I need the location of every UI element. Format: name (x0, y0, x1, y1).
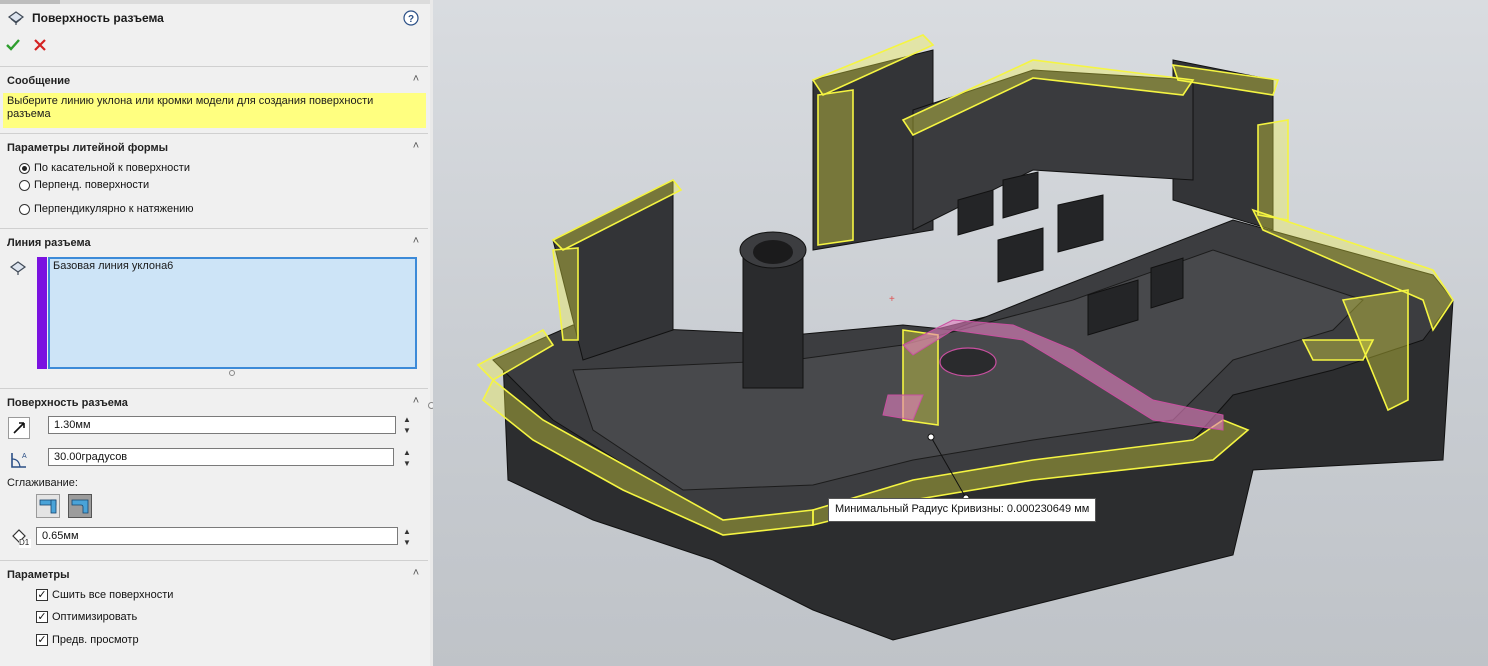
checkmark-icon (6, 39, 20, 51)
boss-hole (753, 240, 793, 264)
property-manager-panel: Поверхность разъема ? Сообщение ˄ Выбери… (0, 0, 431, 666)
checkbox-optimize-label[interactable]: Оптимизировать (52, 611, 137, 623)
chevron-up-icon[interactable]: ˄ (408, 73, 424, 89)
origin-marker: + (889, 294, 895, 305)
smoothing-input[interactable]: 0.65мм (36, 527, 398, 545)
inner-block (1002, 171, 1039, 219)
options-section-header[interactable]: Параметры ˄ (0, 565, 430, 587)
close-icon (34, 39, 46, 51)
boss-hole-pink (939, 347, 997, 377)
mold-params-heading: Параметры литейной формы (7, 142, 169, 154)
selection-color-bar (37, 257, 47, 369)
inner-block (997, 227, 1044, 283)
options-heading: Параметры (7, 569, 70, 581)
back-rim (912, 69, 1194, 231)
divider (0, 388, 428, 389)
radio-normal[interactable] (19, 180, 30, 191)
page-title: Поверхность разъема (32, 11, 164, 25)
radio-normal-label[interactable]: Перпенд. поверхности (34, 179, 149, 191)
message-heading: Сообщение (7, 75, 71, 87)
distance-icon[interactable] (8, 417, 30, 439)
parting-line-section-header[interactable]: Линия разъема ˄ (0, 233, 430, 255)
tooltip-anchor (927, 433, 935, 441)
smoothing-smooth-button[interactable] (68, 494, 92, 518)
chevron-up-icon[interactable]: ˄ (408, 567, 424, 583)
smoothing-label: Сглаживание: (7, 477, 78, 489)
parting-line-icon (9, 259, 27, 277)
curvature-tooltip: Минимальный Радиус Кривизны: 0.000230649… (828, 498, 1097, 522)
chevron-up-icon[interactable]: ˄ (408, 395, 424, 411)
divider (0, 228, 428, 229)
mold-part-model[interactable]: + (433, 0, 1488, 666)
smoothing-stepper[interactable]: ▲ ▼ (400, 526, 414, 548)
parting-line-listbox[interactable] (48, 257, 417, 369)
distance-stepper[interactable]: ▲ ▼ (400, 414, 414, 436)
ok-button[interactable] (5, 37, 21, 53)
cancel-button[interactable] (33, 38, 47, 52)
mold-params-section-header[interactable]: Параметры литейной формы ˄ (0, 138, 430, 160)
d1-label: D1 (19, 538, 30, 547)
distance-input[interactable]: 1.30мм (48, 416, 396, 434)
message-text: Выберите линию уклона или кромки модели … (7, 95, 374, 120)
boss-cylinder (742, 247, 804, 389)
radio-tangent[interactable] (19, 163, 30, 174)
radio-perpendicular-pull[interactable] (19, 204, 30, 215)
smoothing-sharp-button[interactable] (36, 494, 60, 518)
radio-perpendicular-pull-label[interactable]: Перпендикулярно к натяжению (34, 203, 194, 215)
checkbox-knit-surfaces-label[interactable]: Сшить все поверхности (52, 589, 173, 601)
svg-text:?: ? (408, 14, 414, 25)
parting-surface-section-header[interactable]: Поверхность разъема ˄ (0, 393, 430, 415)
angle-input[interactable]: 30.00градусов (48, 448, 394, 466)
chevron-up-icon[interactable]: ˄ (408, 140, 424, 156)
divider (0, 133, 428, 134)
parting-line-list-item[interactable]: Базовая линия уклона6 (53, 260, 173, 272)
message-section-header[interactable]: Сообщение ˄ (0, 71, 430, 93)
checkbox-preview-label[interactable]: Предв. просмотр (52, 634, 139, 646)
divider (0, 560, 428, 561)
checkbox-preview[interactable]: ✓ (36, 634, 48, 646)
angle-stepper[interactable]: ▲ ▼ (400, 447, 414, 469)
divider (0, 66, 428, 67)
tab-strip (0, 0, 430, 4)
tab-indicator[interactable] (0, 0, 60, 4)
inner-block (1057, 194, 1104, 253)
checkbox-knit-surfaces[interactable]: ✓ (36, 589, 48, 601)
parting-line-heading: Линия разъема (7, 237, 91, 249)
parting-surface-icon (7, 9, 25, 27)
svg-text:A: A (22, 453, 27, 460)
graphics-viewport[interactable]: + Минимальный Радиус Кривизны: 0.0002306… (433, 0, 1488, 666)
help-icon[interactable]: ? (403, 10, 419, 26)
resize-handle[interactable] (229, 370, 235, 376)
chevron-up-icon[interactable]: ˄ (408, 235, 424, 251)
checkbox-optimize[interactable]: ✓ (36, 611, 48, 623)
angle-icon[interactable]: A (8, 449, 30, 471)
parting-surface-heading: Поверхность разъема (7, 397, 128, 409)
radio-tangent-label[interactable]: По касательной к поверхности (34, 162, 190, 174)
